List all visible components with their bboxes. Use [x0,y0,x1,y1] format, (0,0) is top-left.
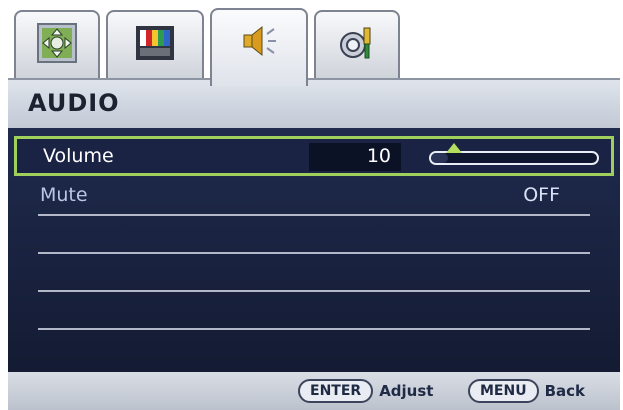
enter-action: Adjust [379,382,434,400]
volume-slider-fill [431,153,448,163]
footer-hints: ENTER Adjust MENU Back [8,372,620,410]
tab-bar [14,8,620,86]
mute-value: OFF [523,184,560,206]
menu-key[interactable]: MENU [468,379,539,403]
tab-audio[interactable] [210,8,308,86]
osd-window: AUDIO Volume 10 Mute OFF ENTER Adjust ME… [0,0,623,410]
menu-panel: Volume 10 Mute OFF [8,128,620,372]
divider [38,290,590,292]
menu-item-mute[interactable]: Mute OFF [14,178,614,218]
volume-slider[interactable] [429,151,599,165]
section-header: AUDIO [8,78,620,128]
volume-slider-thumb[interactable] [445,143,462,153]
menu-item-volume[interactable]: Volume 10 [14,136,614,176]
display-position-icon [37,23,77,63]
menu-item-label: Mute [40,184,88,206]
tab-display[interactable] [14,10,100,80]
menu-item-label: Volume [43,145,114,167]
volume-value: 10 [366,145,391,167]
page-title: AUDIO [28,89,120,117]
enter-key[interactable]: ENTER [298,379,374,403]
divider [38,328,590,330]
speaker-icon [243,25,276,57]
menu-hint[interactable]: MENU Back [468,379,585,403]
divider [38,252,590,254]
picture-color-icon [136,26,174,60]
menu-action: Back [544,382,586,400]
tab-system[interactable] [314,10,400,80]
system-settings-icon [340,27,371,59]
enter-hint[interactable]: ENTER Adjust [298,379,433,403]
divider [38,214,590,216]
volume-value-box: 10 [309,143,401,171]
tab-picture[interactable] [106,10,204,80]
